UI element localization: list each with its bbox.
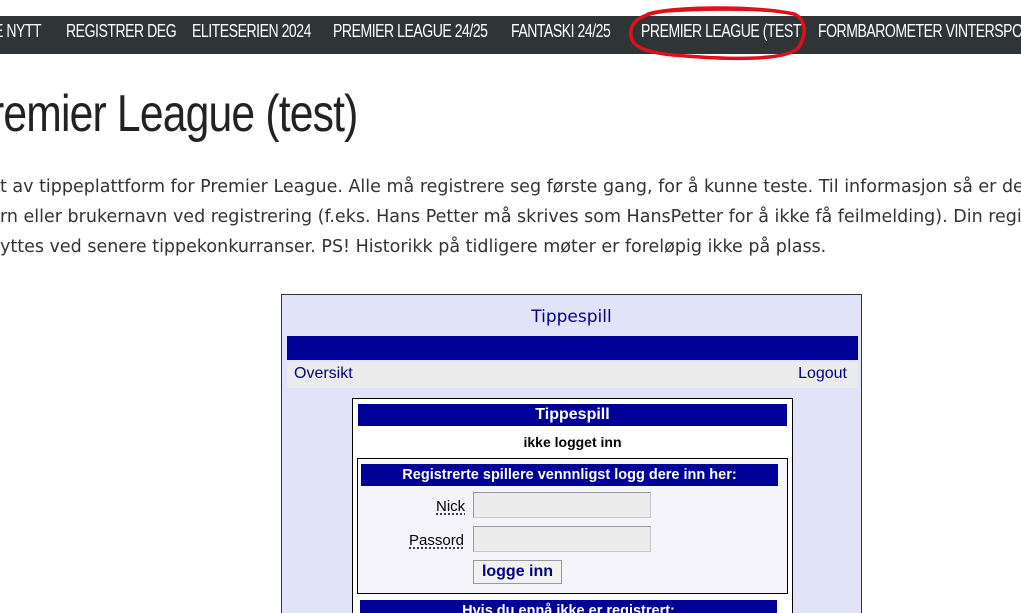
password-label: Passord xyxy=(409,532,465,549)
nav-item-registrer-deg[interactable]: REGISTRER DEG xyxy=(66,16,177,54)
oversikt-link[interactable]: Oversikt xyxy=(294,365,353,383)
nick-label: Nick xyxy=(436,498,466,515)
top-strip xyxy=(0,0,1021,16)
intro-paragraph: t av tippeplattform for Premier League. … xyxy=(0,172,1021,262)
login-form-header: Registrerte spillere vennnligst logg der… xyxy=(361,464,778,486)
logout-link[interactable]: Logout xyxy=(798,365,847,383)
nav-item-premier-league-24-25[interactable]: PREMIER LEAGUE 24/25 xyxy=(333,16,488,54)
intro-line-2: rn eller brukernavn ved registrering (f.… xyxy=(0,207,1021,227)
login-form: Registrerte spillere vennnligst logg der… xyxy=(357,458,788,594)
intro-line-3: yttes ved senere tippekonkurranser. PS! … xyxy=(0,237,827,257)
page-title: remier League (test) xyxy=(0,85,358,143)
login-button[interactable]: logge inn xyxy=(473,560,562,584)
tippespill-panel: Tippespill ikke logget inn Registrerte s… xyxy=(352,398,793,613)
nav-item-nytt[interactable]: E NYTT xyxy=(0,16,42,54)
nav-item-premier-league-test[interactable]: PREMIER LEAGUE (TEST) xyxy=(641,16,806,54)
widget-blue-bar xyxy=(287,336,858,360)
nick-input[interactable] xyxy=(473,492,651,518)
widget-title: Tippespill xyxy=(531,307,612,327)
widget-link-bar: Oversikt Logout xyxy=(287,362,858,388)
nav-item-eliteserien-2024[interactable]: ELITESERIEN 2024 xyxy=(192,16,311,54)
register-section-header: Hvis du ennå ikke er registrert: xyxy=(360,600,777,613)
login-status: ikke logget inn xyxy=(523,434,622,450)
tippespill-widget: Tippespill Oversikt Logout Tippespill ik… xyxy=(281,294,862,613)
nav-item-formbarometer-vintersport[interactable]: FORMBAROMETER VINTERSPORT xyxy=(818,16,1021,54)
main-navigation: E NYTT REGISTRER DEG ELITESERIEN 2024 PR… xyxy=(0,16,1021,54)
intro-line-1: t av tippeplattform for Premier League. … xyxy=(0,177,1021,197)
password-input[interactable] xyxy=(473,526,651,552)
panel-title: Tippespill xyxy=(358,404,787,426)
nav-item-fantaski-24-25[interactable]: FANTASKI 24/25 xyxy=(511,16,611,54)
